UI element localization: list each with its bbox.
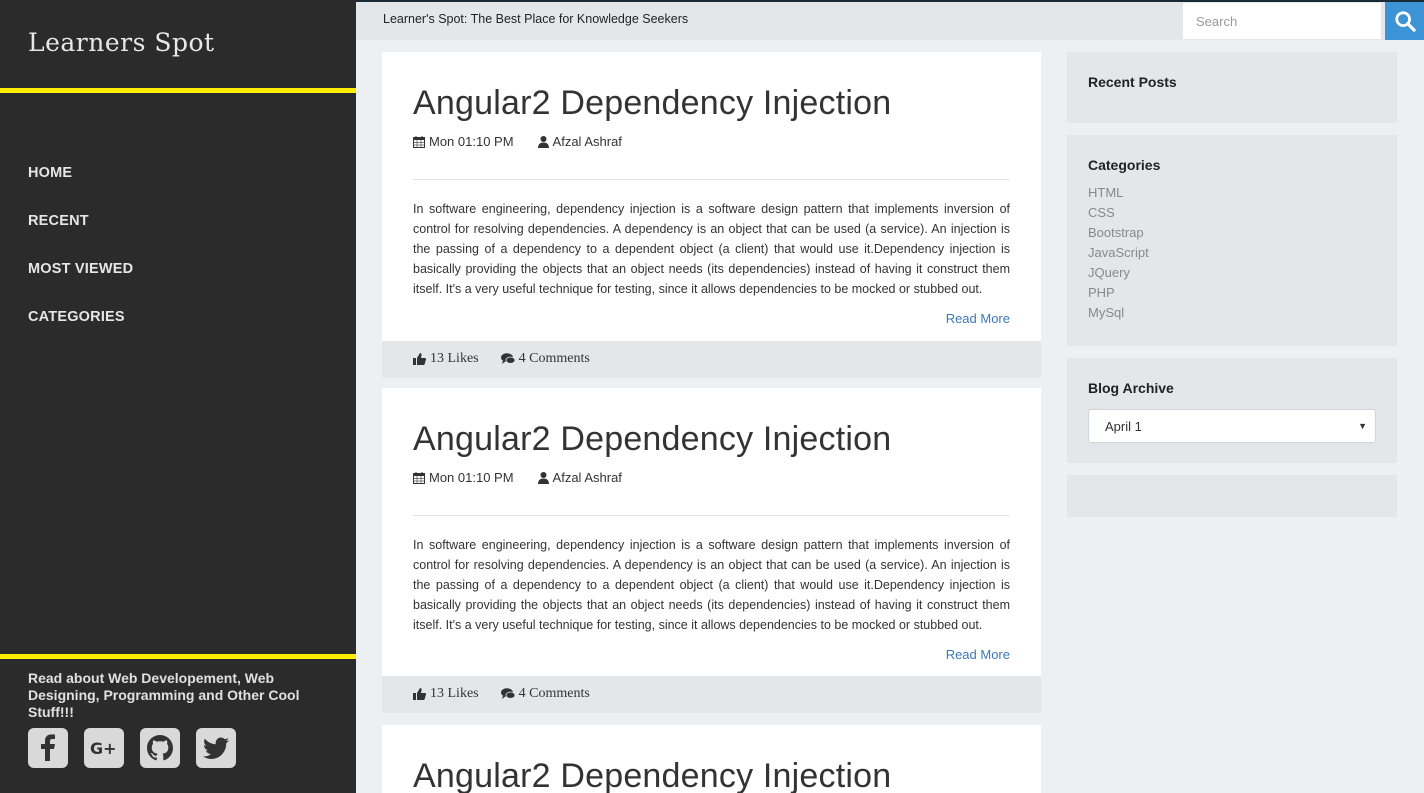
github-icon[interactable] (140, 728, 180, 768)
nav-link-home[interactable]: HOME (28, 165, 72, 181)
recent-posts-widget: Recent Posts (1067, 52, 1397, 123)
post-author-text[interactable]: Afzal Ashraf (553, 134, 622, 149)
categories-title: Categories (1088, 157, 1161, 173)
svg-text:G+: G+ (90, 739, 117, 758)
nav-item-home[interactable]: HOME (28, 164, 133, 212)
footer-divider (0, 654, 356, 659)
comments-icon (500, 353, 515, 364)
brand-divider (0, 88, 356, 93)
site-tagline: Learner's Spot: The Best Place for Knowl… (383, 12, 689, 26)
social-links: G+ (28, 728, 236, 768)
facebook-icon[interactable] (28, 728, 68, 768)
nav-item-recent[interactable]: RECENT (28, 212, 133, 260)
post-meta: Mon 01:10 PM Afzal Ashraf (413, 470, 622, 485)
comments-text: 4 Comments (518, 351, 590, 366)
post-author-text[interactable]: Afzal Ashraf (553, 470, 622, 485)
post-excerpt: In software engineering, dependency inje… (413, 202, 1010, 296)
twitter-icon[interactable] (196, 728, 236, 768)
category-link-css[interactable]: CSS (1088, 205, 1115, 220)
post-excerpt: In software engineering, dependency inje… (413, 538, 1010, 632)
post-date: Mon 01:10 PM (413, 470, 514, 485)
comments-count[interactable]: 4 Comments (500, 686, 590, 702)
blog-archive-title: Blog Archive (1088, 380, 1174, 396)
post-title[interactable]: Angular2 Dependency Injection (413, 420, 891, 459)
sidebar-tagline: Read about Web Developement, Web Designi… (28, 670, 300, 720)
post-card: Angular2 Dependency Injection Mon 01:10 … (382, 388, 1041, 713)
nav-item-categories[interactable]: CATEGORIES (28, 308, 133, 356)
category-link-html[interactable]: HTML (1088, 185, 1123, 200)
post-author: Afzal Ashraf (537, 134, 622, 149)
nav-link-recent[interactable]: RECENT (28, 213, 89, 229)
thumbs-up-icon (413, 688, 426, 700)
recent-posts-title: Recent Posts (1088, 74, 1177, 90)
comments-icon (500, 688, 515, 699)
category-item[interactable]: MySql (1088, 305, 1149, 325)
nav-item-most-viewed[interactable]: MOST VIEWED (28, 260, 133, 308)
category-list: HTML CSS Bootstrap JavaScript JQuery PHP… (1088, 185, 1149, 325)
category-link-mysql[interactable]: MySql (1088, 305, 1124, 320)
likes-text: 13 Likes (430, 351, 479, 366)
comments-text: 4 Comments (518, 686, 590, 701)
read-more-link[interactable]: Read More (946, 647, 1010, 662)
top-bar: Learner's Spot: The Best Place for Knowl… (356, 0, 1424, 40)
category-item[interactable]: JQuery (1088, 265, 1149, 285)
category-item[interactable]: PHP (1088, 285, 1149, 305)
post-author: Afzal Ashraf (537, 470, 622, 485)
google-plus-icon[interactable]: G+ (84, 728, 124, 768)
likes-text: 13 Likes (430, 686, 479, 701)
post-card: Angular2 Dependency Injection Mon 01:10 … (382, 52, 1041, 378)
post-date: Mon 01:10 PM (413, 134, 514, 149)
category-link-jquery[interactable]: JQuery (1088, 265, 1130, 280)
comments-count[interactable]: 4 Comments (500, 351, 590, 367)
post-footer: 13 Likes 4 Comments (382, 341, 1041, 378)
archive-select[interactable]: April 1 ▼ (1088, 409, 1376, 443)
search-button[interactable] (1385, 2, 1424, 40)
nav-link-most-viewed[interactable]: MOST VIEWED (28, 261, 133, 277)
category-item[interactable]: HTML (1088, 185, 1149, 205)
post-footer: 13 Likes 4 Comments (382, 676, 1041, 713)
main-nav: HOME RECENT MOST VIEWED CATEGORIES (28, 164, 133, 356)
category-item[interactable]: Bootstrap (1088, 225, 1149, 245)
category-link-bootstrap[interactable]: Bootstrap (1088, 225, 1144, 240)
archive-selected-value: April 1 (1105, 418, 1142, 434)
post-divider (413, 515, 1010, 516)
chevron-down-icon: ▼ (1358, 421, 1367, 431)
search-icon (1394, 11, 1416, 32)
calendar-icon (413, 135, 425, 148)
post-date-text: Mon 01:10 PM (429, 470, 514, 485)
category-link-php[interactable]: PHP (1088, 285, 1115, 300)
categories-widget: Categories HTML CSS Bootstrap JavaScript… (1067, 135, 1397, 346)
blog-archive-widget: Blog Archive April 1 ▼ (1067, 358, 1397, 463)
calendar-icon (413, 471, 425, 484)
post-date-text: Mon 01:10 PM (429, 134, 514, 149)
post-title[interactable]: Angular2 Dependency Injection (413, 757, 891, 793)
likes-count[interactable]: 13 Likes (413, 351, 479, 367)
category-link-javascript[interactable]: JavaScript (1088, 245, 1149, 260)
read-more-link[interactable]: Read More (946, 311, 1010, 326)
empty-widget (1067, 475, 1397, 517)
category-item[interactable]: CSS (1088, 205, 1149, 225)
post-meta: Mon 01:10 PM Afzal Ashraf (413, 134, 622, 149)
brand-logo[interactable]: Learners Spot (28, 28, 215, 57)
likes-count[interactable]: 13 Likes (413, 686, 479, 702)
post-title[interactable]: Angular2 Dependency Injection (413, 84, 891, 123)
user-icon (537, 471, 549, 484)
category-item[interactable]: JavaScript (1088, 245, 1149, 265)
sidebar: Learners Spot HOME RECENT MOST VIEWED CA… (0, 0, 356, 793)
search-input[interactable] (1182, 2, 1382, 40)
post-divider (413, 179, 1010, 180)
thumbs-up-icon (413, 353, 426, 365)
nav-link-categories[interactable]: CATEGORIES (28, 309, 125, 325)
user-icon (537, 135, 549, 148)
post-card: Angular2 Dependency Injection (382, 725, 1041, 793)
